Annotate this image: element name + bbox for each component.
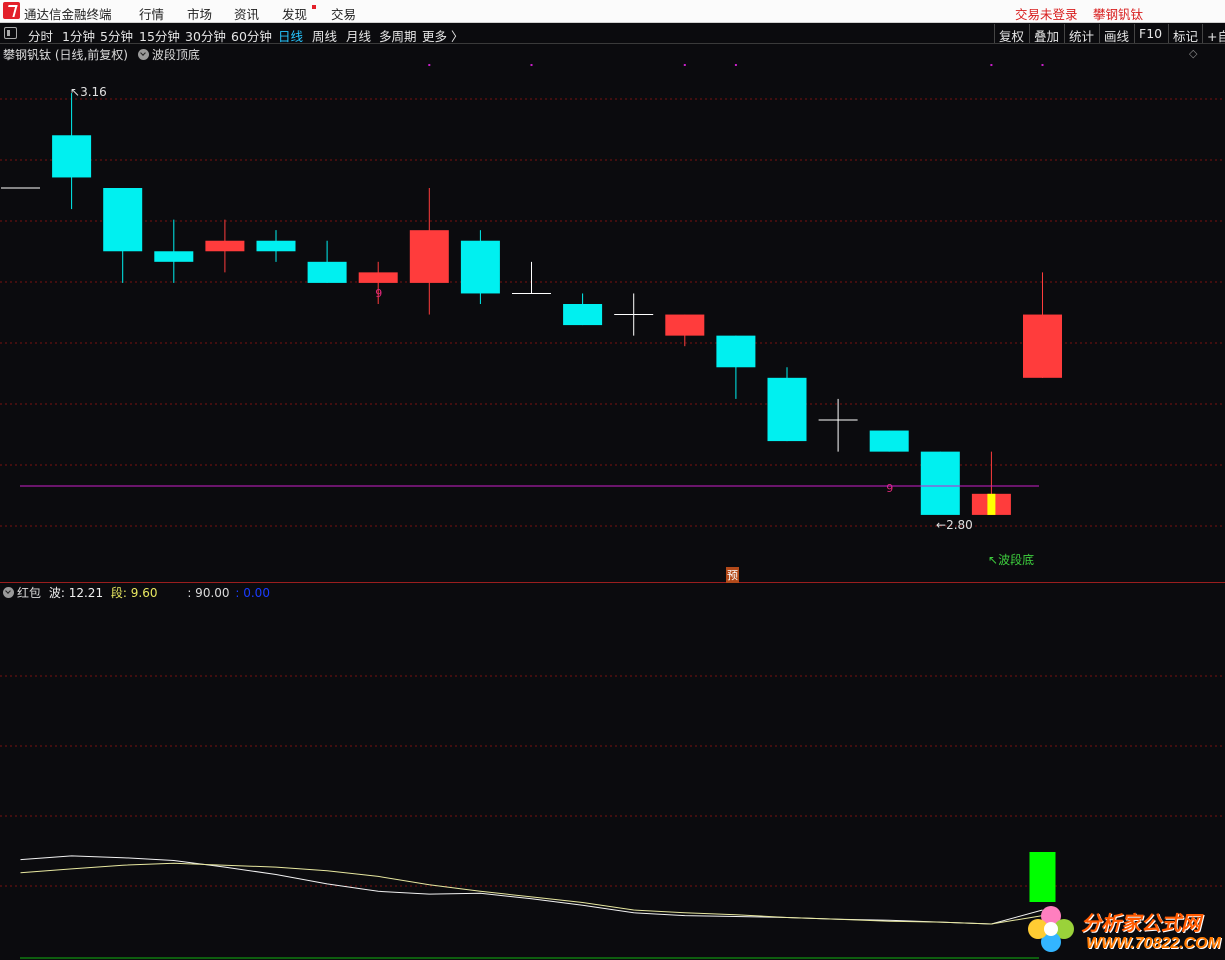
top-signal-dot (990, 64, 993, 66)
menu-item-discover[interactable]: 发现 (282, 4, 307, 23)
low-price-label: ←2.80 (936, 518, 973, 532)
top-signal-dot (1041, 64, 1044, 66)
td-nine-label: 9 (886, 482, 893, 495)
candle-up-body (1023, 314, 1062, 378)
td-nine-label: 9 (375, 287, 382, 300)
chart-area: 99 攀钢钒钛 (日线,前复权) 波段顶底 ◇ ↖3.16 ←2.80 ↖波段底… (0, 44, 1225, 960)
period-tab-60min[interactable]: 60分钟 (231, 26, 272, 45)
period-tab-15min[interactable]: 15分钟 (139, 26, 180, 45)
candle-down-body (256, 240, 296, 252)
candle-down-body (52, 135, 92, 178)
watermark-url: WWW.70822.COM (1086, 935, 1221, 952)
wave-label: 波: (48, 586, 65, 600)
high-price-label: ↖3.16 (70, 85, 107, 99)
period-tab-30min[interactable]: 30分钟 (185, 26, 226, 45)
candle-down-body (767, 377, 807, 442)
candle-down-body (307, 261, 347, 283)
period-tab-5min[interactable]: 5分钟 (100, 26, 133, 45)
candle-down-body (154, 251, 194, 262)
wave-value: 12.21 (68, 586, 104, 600)
add-watchlist-button[interactable]: +自 (1202, 24, 1225, 44)
f10-button[interactable]: F10 (1134, 24, 1166, 43)
notification-dot (312, 5, 316, 9)
period-tab-timeshare[interactable]: 分时 (28, 26, 53, 45)
candle-down-body (103, 188, 143, 252)
menu-bar: 通达信金融终端 行情 市场 资讯 发现 交易 交易未登录 攀钢钒钛 (0, 0, 1225, 23)
menu-item-market[interactable]: 市场 (187, 4, 212, 23)
candle-down-body (563, 304, 603, 326)
period-tab-more[interactable]: 更多 〉 (422, 26, 463, 45)
top-signal-dot (683, 64, 686, 66)
signal-bar-highlight (987, 493, 996, 515)
mark-button[interactable]: 标记 (1168, 24, 1202, 44)
menu-item-market-quotes[interactable]: 行情 (139, 4, 164, 23)
watermark-logo: 分析家公式网 WWW.70822.COM (1026, 904, 1225, 960)
top-signal-dot (734, 64, 737, 66)
indicator-dropdown-icon[interactable] (137, 49, 149, 60)
candle-down-body (716, 335, 756, 368)
period-tab-daily[interactable]: 日线 (278, 26, 303, 45)
zero-level-label: : 0.00 (235, 586, 270, 600)
overlay-button[interactable]: 叠加 (1029, 24, 1063, 44)
candle-up-body (358, 272, 398, 283)
segment-label: 段: (110, 586, 127, 600)
high-price-value: 3.16 (80, 85, 107, 99)
low-price-value: 2.80 (946, 518, 973, 532)
level-90-label: : 90.00 (187, 586, 230, 600)
period-tab-monthly[interactable]: 月线 (346, 26, 371, 45)
menu-item-news[interactable]: 资讯 (234, 4, 259, 23)
candle-down-body (920, 451, 960, 515)
candle-down-body (869, 430, 909, 452)
wave-bottom-signal-text: 波段底 (998, 553, 1035, 567)
top-signal-dot (428, 64, 431, 66)
diamond-icon[interactable]: ◇ (1189, 47, 1197, 60)
sub-indicator-dropdown-icon[interactable] (3, 587, 14, 598)
watermark-title: 分析家公式网 (1081, 911, 1201, 935)
sub-indicator-name[interactable]: 红包 (17, 586, 41, 600)
segment-line (20, 862, 1043, 925)
sub-chart-header: 红包 波: 12.21 段: 9.60 : 90.00 : 0.00 (3, 584, 270, 601)
indicator-name[interactable]: 波段顶底 (152, 48, 200, 62)
main-chart-header: 攀钢钒钛 (日线,前复权) 波段顶底 (3, 46, 200, 63)
current-stock-name: 攀钢钒钛 (1093, 7, 1144, 22)
panel-toggle-icon[interactable] (4, 27, 17, 39)
pre-marker-badge: 预 (726, 567, 739, 583)
draw-line-button[interactable]: 画线 (1099, 24, 1133, 44)
wave-line (20, 855, 1043, 925)
candle-up-body (665, 314, 705, 336)
wave-bottom-signal-label: ↖波段底 (988, 553, 1035, 567)
app-logo-icon (3, 2, 20, 19)
adjust-button[interactable]: 复权 (994, 24, 1028, 44)
main-chart-title: 攀钢钒钛 (日线,前复权) (3, 48, 128, 62)
period-tab-1min[interactable]: 1分钟 (62, 26, 95, 45)
period-tab-weekly[interactable]: 周线 (312, 26, 337, 45)
period-tab-multi[interactable]: 多周期 (379, 26, 417, 45)
kline-chart-svg[interactable]: 99 (0, 44, 1225, 960)
candle-up-body (205, 240, 245, 252)
trade-login-status[interactable]: 交易未登录 (1015, 4, 1078, 23)
top-signal-dot (530, 64, 533, 66)
signal-volume-bar (1029, 852, 1056, 902)
menu-item-trade[interactable]: 交易 (331, 4, 356, 23)
segment-value: 9.60 (130, 586, 158, 600)
app-title: 通达信金融终端 (24, 7, 112, 22)
statistics-button[interactable]: 统计 (1064, 24, 1098, 44)
candle-down-body (460, 240, 500, 294)
period-toolbar: 分时 1分钟 5分钟 15分钟 30分钟 60分钟 日线 周线 月线 多周期 更… (0, 23, 1225, 44)
flower-logo-icon (1028, 906, 1074, 952)
candle-up-body (409, 230, 449, 283)
